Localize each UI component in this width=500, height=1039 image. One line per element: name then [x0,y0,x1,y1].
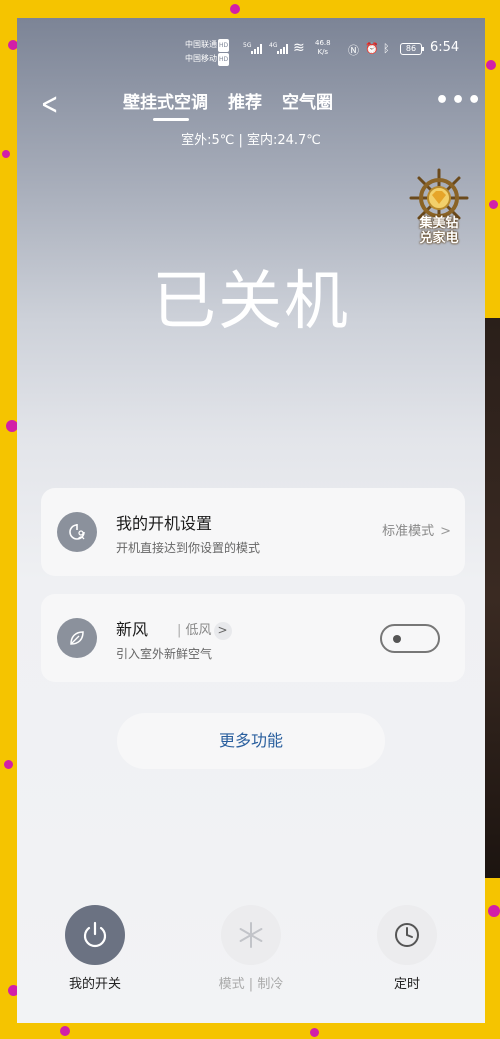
promo-badge[interactable]: 集美钻 兑家电 [403,168,475,250]
confetti-dot [488,905,500,917]
tab-recommend[interactable]: 推荐 [228,88,262,113]
battery-icon: 86 [400,43,424,55]
clock-icon [395,923,419,947]
startup-mode-value[interactable]: 标准模式 > [382,520,451,539]
confetti-dot [310,1028,319,1037]
power-state-label: 已关机 [152,265,350,339]
more-dots-icon[interactable]: ••• [435,88,483,113]
temperature-readout: 室外:5℃ | 室内:24.7℃ [181,133,321,148]
confetti-dot [489,200,498,209]
more-functions-button[interactable]: 更多功能 [117,713,385,769]
timer-button[interactable] [377,905,437,965]
network-speed: 46.8 K/s [315,39,331,57]
carrier-1: 中国联通 [185,40,217,49]
status-bar: 中国联通 HD 中国移动 HD 5G 4G ≋ 46.8 K/s Ⓝ ⏰ ᛒ 86 … [17,18,485,78]
fresh-air-card[interactable]: 新风 | 低风 > 引入室外新鲜空气 [41,594,465,682]
bottom-nav: 我的开关 模式 | 制冷 定时 [17,893,485,1023]
confetti-dot [4,760,13,769]
chevron-right-icon: > [440,524,451,539]
carrier-info: 中国联通 HD 中国移动 HD [185,38,230,66]
nav-power[interactable]: 我的开关 [45,905,145,992]
bluetooth-icon: ᛒ [383,42,390,55]
confetti-dot [230,4,240,14]
nav-timer-label: 定时 [393,977,420,992]
hd-badge: HD [218,53,230,66]
alarm-icon: ⏰ [365,42,379,55]
nav-timer[interactable]: 定时 [357,905,457,992]
chevron-left-icon[interactable]: < [41,90,59,120]
badge-line-1: 集美钻 [419,216,459,231]
chevron-right-icon: > [213,622,232,640]
startup-settings-card[interactable]: 我的开机设置 开机直接达到你设置的模式 标准模式 > [41,488,465,576]
power-icon [83,921,107,948]
leaf-icon [57,618,97,658]
hd-badge: HD [218,39,230,52]
phone-screen: 中国联通 HD 中国移动 HD 5G 4G ≋ 46.8 K/s Ⓝ ⏰ ᛒ 86 … [17,18,485,1023]
startup-mode-label: 标准模式 [382,524,435,539]
fresh-air-speed[interactable]: | 低风 > [177,619,232,640]
header-tabs: 壁挂式空调 推荐 空气圈 [123,88,353,121]
fresh-air-title: 新风 [116,620,149,639]
nav-power-label: 我的开关 [68,977,121,992]
confetti-dot [60,1026,70,1036]
confetti-dot [2,150,10,158]
nav-mode-label: 模式 | 制冷 [218,977,284,992]
power-button[interactable] [65,905,125,965]
tab-device[interactable]: 壁挂式空调 [123,88,208,121]
confetti-dot [486,60,496,70]
speed-value: 46.8 [315,39,331,47]
snowflake-icon [239,922,263,948]
nfc-icon: Ⓝ [348,44,359,57]
speed-unit: K/s [317,48,329,56]
mode-button[interactable] [221,905,281,965]
badge-line-2: 兑家电 [419,231,459,246]
clock: 6:54 [430,40,460,55]
fresh-air-speed-label: 低风 [185,623,212,638]
tab-air-circle[interactable]: 空气圈 [282,88,333,113]
fresh-air-subtitle: 引入室外新鲜空气 [116,647,213,661]
signal-icon [277,44,288,54]
background-photo [484,318,500,878]
nav-mode[interactable]: 模式 | 制冷 [201,905,301,992]
fresh-air-toggle[interactable] [380,624,440,653]
power-user-icon [57,512,97,552]
carrier-2: 中国移动 [185,54,217,63]
startup-settings-subtitle: 开机直接达到你设置的模式 [116,541,261,555]
wifi-icon: ≋ [293,40,305,56]
signal-icon [251,44,262,54]
startup-settings-title: 我的开机设置 [116,514,213,533]
